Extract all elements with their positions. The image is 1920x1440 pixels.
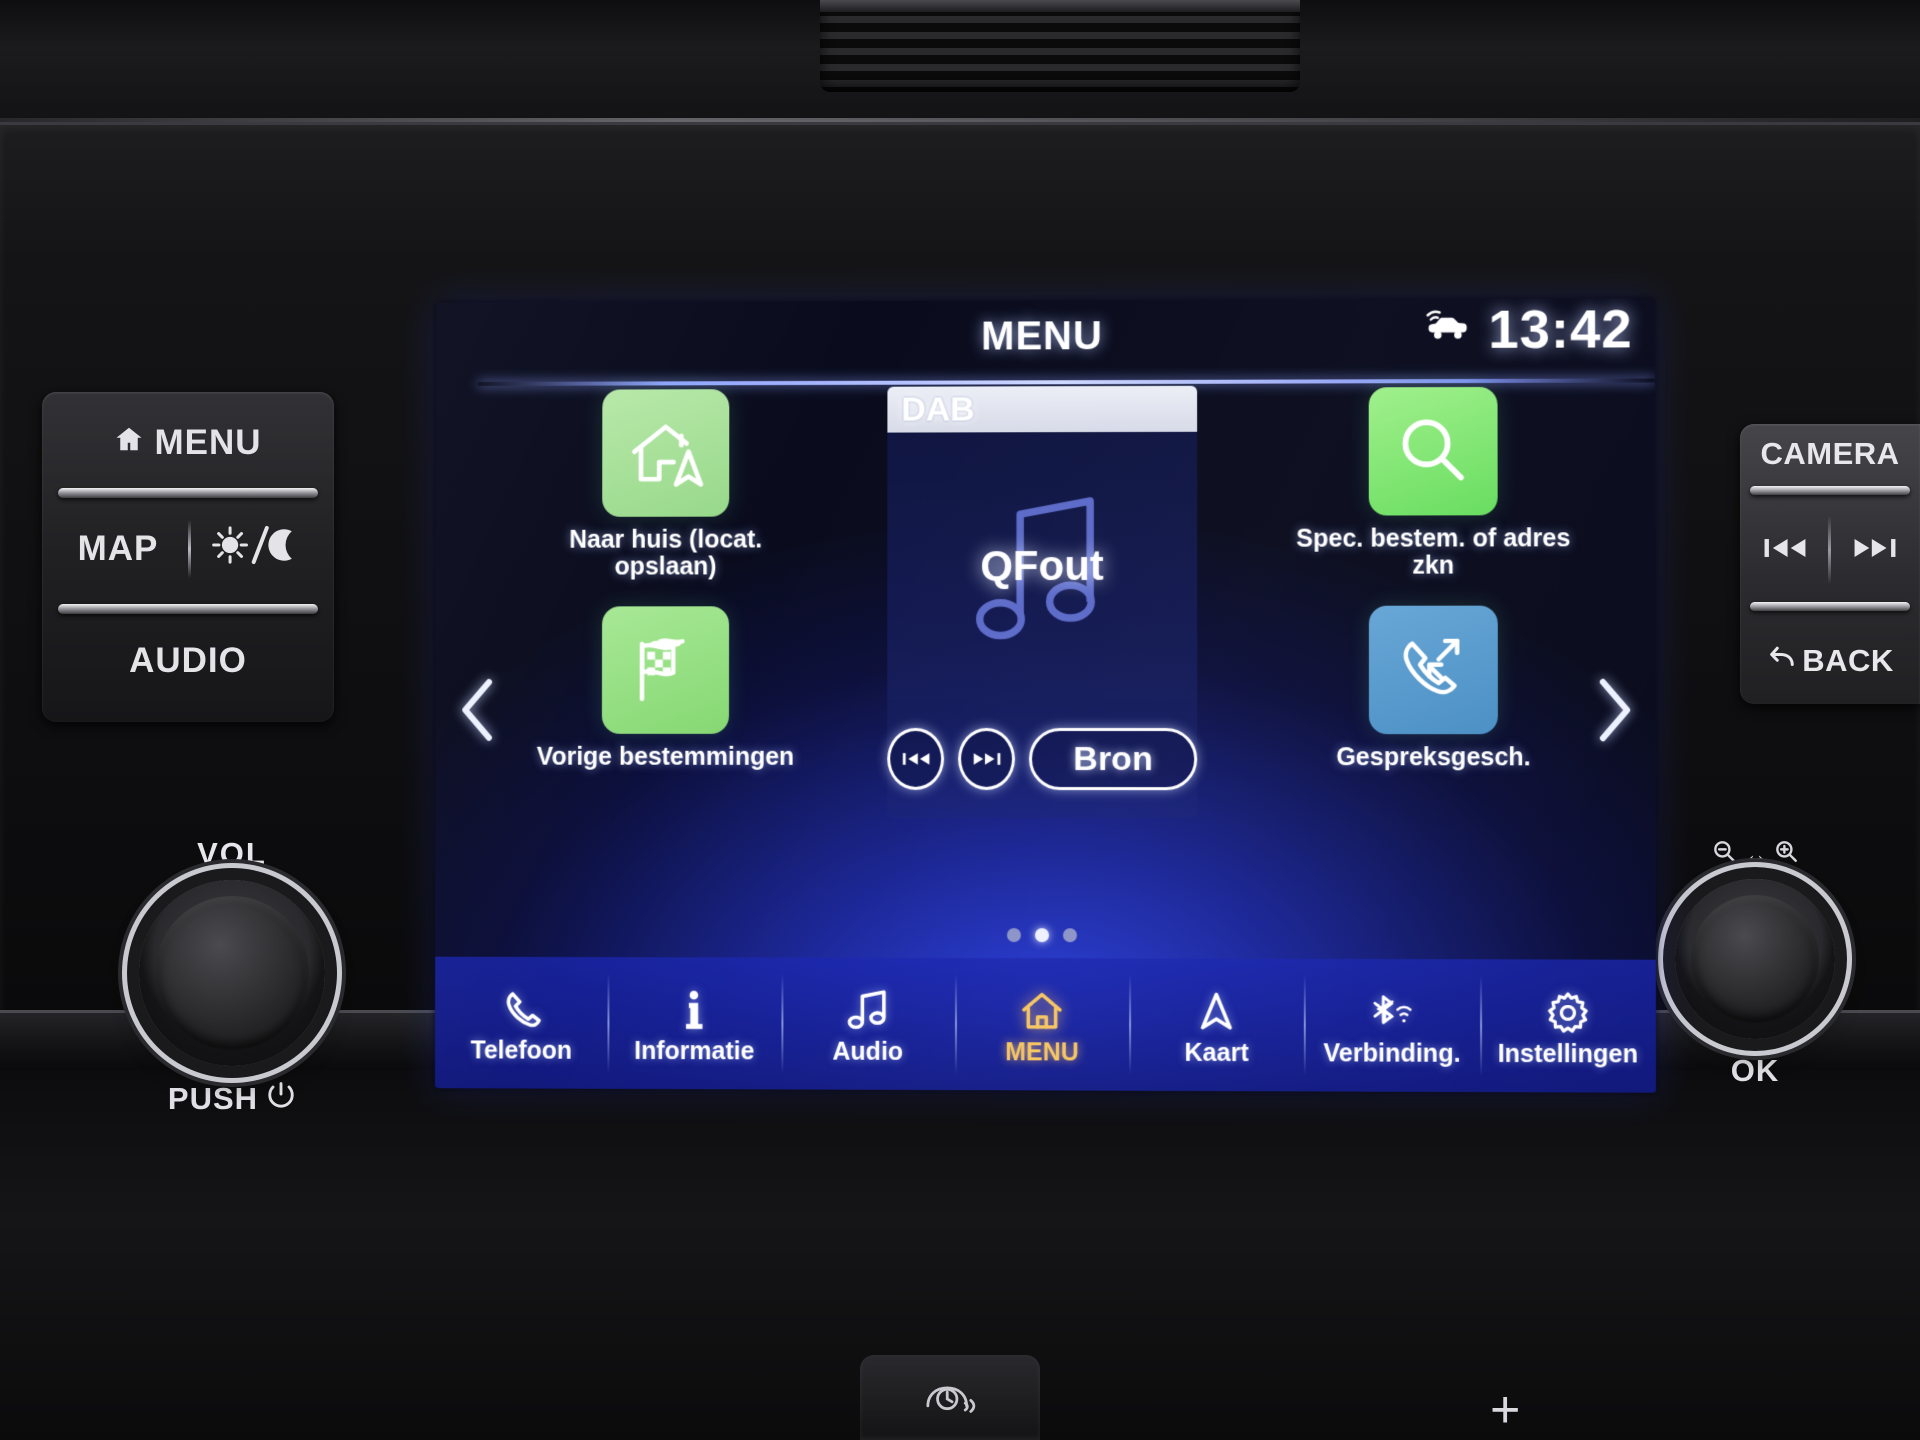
tile-gespreksgeschiedenis[interactable]: Gespreksgesch. bbox=[1282, 605, 1584, 772]
nav-item-audio[interactable]: Audio bbox=[781, 958, 955, 1091]
tile-vorige-bestemmingen[interactable]: Vorige bestemmingen bbox=[517, 606, 815, 771]
header-divider bbox=[477, 378, 1655, 386]
clock: 13:42 bbox=[1488, 299, 1633, 360]
hardkey-camera-label[interactable]: CAMERA bbox=[1740, 436, 1920, 472]
volume-push-label: PUSH bbox=[167, 1081, 259, 1116]
next-track-icon[interactable] bbox=[958, 727, 1016, 790]
previous-track-icon[interactable] bbox=[1762, 535, 1808, 566]
volume-push-label-group: PUSH bbox=[92, 1080, 372, 1118]
music-note-icon bbox=[845, 981, 891, 1033]
left-tile-column: Naar huis (locat. opslaan) Vorige bestem… bbox=[517, 389, 815, 771]
media-source-button[interactable]: Bron bbox=[1028, 727, 1198, 791]
nav-label: MENU bbox=[1005, 1037, 1079, 1067]
air-vent-slats bbox=[820, 0, 1300, 92]
nav-item-informatie[interactable]: Informatie bbox=[608, 957, 781, 1089]
right-hardkey-cluster: CAMERA BACK bbox=[1740, 424, 1920, 704]
left-hardkey-cluster: MENU MAP AUDIO bbox=[42, 392, 334, 722]
right-hardkey-rail-lower bbox=[1750, 602, 1910, 611]
home-navigate-icon bbox=[602, 389, 730, 517]
hardkey-rail-upper bbox=[58, 488, 318, 498]
infotainment-screen[interactable]: MENU 13:42 Naar huis (locat. opslaan) Vo… bbox=[434, 298, 1657, 1093]
zoom-in-icon bbox=[1773, 838, 1799, 871]
nav-label: Telefoon bbox=[470, 1035, 573, 1065]
map-zoom-icons: ↔ bbox=[1630, 838, 1880, 871]
volume-knob[interactable] bbox=[139, 880, 325, 1066]
ok-knob[interactable] bbox=[1675, 879, 1835, 1039]
phone-icon bbox=[499, 980, 545, 1032]
page-indicator-dots bbox=[1006, 928, 1077, 943]
home-icon bbox=[1019, 982, 1065, 1034]
ok-label: OK bbox=[1730, 1053, 1780, 1088]
volume-knob-group[interactable]: VOL PUSH bbox=[92, 836, 372, 1118]
next-track-icon[interactable] bbox=[1852, 535, 1898, 566]
tile-label: Gespreksgesch. bbox=[1336, 743, 1531, 772]
nav-label: Informatie bbox=[634, 1036, 755, 1065]
header-status-area: 13:42 bbox=[1424, 299, 1633, 360]
hardkey-separator bbox=[188, 520, 191, 578]
nav-item-telefoon[interactable]: Telefoon bbox=[435, 957, 608, 1089]
tile-label: Vorige bestemmingen bbox=[536, 742, 795, 771]
media-widget[interactable]: DAB QFout Bron bbox=[887, 385, 1198, 819]
checkered-flag-icon bbox=[601, 606, 730, 734]
magnifier-icon bbox=[1368, 386, 1498, 516]
info-icon bbox=[671, 981, 717, 1033]
gear-icon bbox=[1544, 983, 1591, 1035]
power-icon bbox=[266, 1080, 296, 1118]
navigation-arrow-icon bbox=[1194, 982, 1240, 1034]
tile-label: Naar huis (locat. opslaan) bbox=[569, 525, 763, 581]
right-tile-column: Spec. bestem. of adres zkn Gespreksgesch… bbox=[1282, 386, 1584, 772]
back-arrow-icon bbox=[1766, 642, 1796, 680]
call-history-icon bbox=[1368, 605, 1498, 735]
zoom-out-icon bbox=[1711, 838, 1737, 871]
defrost-button[interactable] bbox=[860, 1355, 1040, 1440]
nav-item-kaart[interactable]: Kaart bbox=[1129, 958, 1304, 1091]
nav-item-verbinding[interactable]: Verbinding. bbox=[1304, 959, 1480, 1092]
temperature-increase-button[interactable]: + bbox=[1490, 1380, 1520, 1440]
tile-spec-bestemming[interactable]: Spec. bestem. of adres zkn bbox=[1282, 386, 1584, 580]
media-source-label: DAB bbox=[901, 390, 975, 429]
nav-label: Kaart bbox=[1184, 1038, 1249, 1067]
previous-page-chevron[interactable] bbox=[455, 674, 503, 746]
hardkey-map-label: MAP bbox=[77, 529, 159, 568]
nav-item-instellingen[interactable]: Instellingen bbox=[1480, 959, 1656, 1092]
tile-label: Spec. bestem. of adres zkn bbox=[1296, 524, 1571, 580]
right-hardkey-separator bbox=[1828, 516, 1831, 584]
volume-label: VOL bbox=[197, 836, 267, 871]
nav-label: Verbinding. bbox=[1323, 1038, 1461, 1068]
bluetooth-wifi-icon bbox=[1369, 983, 1415, 1035]
hardkey-rail-lower bbox=[58, 604, 318, 614]
hardkey-audio-label: AUDIO bbox=[129, 641, 247, 680]
hardkey-menu-button[interactable]: MENU bbox=[42, 412, 334, 474]
right-hardkey-rail-upper bbox=[1750, 486, 1910, 495]
page-dot-active[interactable] bbox=[1034, 928, 1049, 943]
media-controls: Bron bbox=[887, 699, 1198, 819]
nav-label: Instellingen bbox=[1497, 1039, 1639, 1068]
home-icon bbox=[114, 423, 144, 463]
ok-knob-group[interactable]: ↔ OK bbox=[1630, 838, 1880, 1089]
hardkey-back-button[interactable]: BACK bbox=[1740, 642, 1920, 680]
next-page-chevron[interactable] bbox=[1589, 674, 1638, 746]
media-source-bar: DAB bbox=[887, 385, 1198, 433]
hardkey-audio-button[interactable]: AUDIO bbox=[42, 630, 334, 692]
screen-header: MENU 13:42 bbox=[436, 298, 1655, 386]
sun-moon-icon bbox=[212, 524, 298, 575]
hardkey-back-label: BACK bbox=[1802, 643, 1894, 678]
media-station-name: QFout bbox=[980, 541, 1104, 590]
dashboard-fascia: MENU MAP AUDIO VOL PUSH CAMERA BACK ↔ OK… bbox=[0, 0, 1920, 1440]
car-connected-icon bbox=[1424, 309, 1474, 350]
defrost-icon bbox=[922, 1381, 978, 1425]
nav-item-menu[interactable]: MENU bbox=[955, 958, 1129, 1091]
previous-track-icon[interactable] bbox=[887, 727, 945, 790]
tile-naar-huis[interactable]: Naar huis (locat. opslaan) bbox=[517, 389, 815, 581]
hardkey-menu-label: MENU bbox=[154, 423, 262, 462]
media-artwork-area: QFout bbox=[887, 431, 1198, 701]
page-dot[interactable] bbox=[1062, 928, 1077, 943]
bottom-navigation-bar: Telefoon Informatie Audio MENU Kaart Ver… bbox=[434, 956, 1657, 1093]
page-dot[interactable] bbox=[1006, 928, 1021, 943]
nav-label: Audio bbox=[832, 1037, 904, 1066]
